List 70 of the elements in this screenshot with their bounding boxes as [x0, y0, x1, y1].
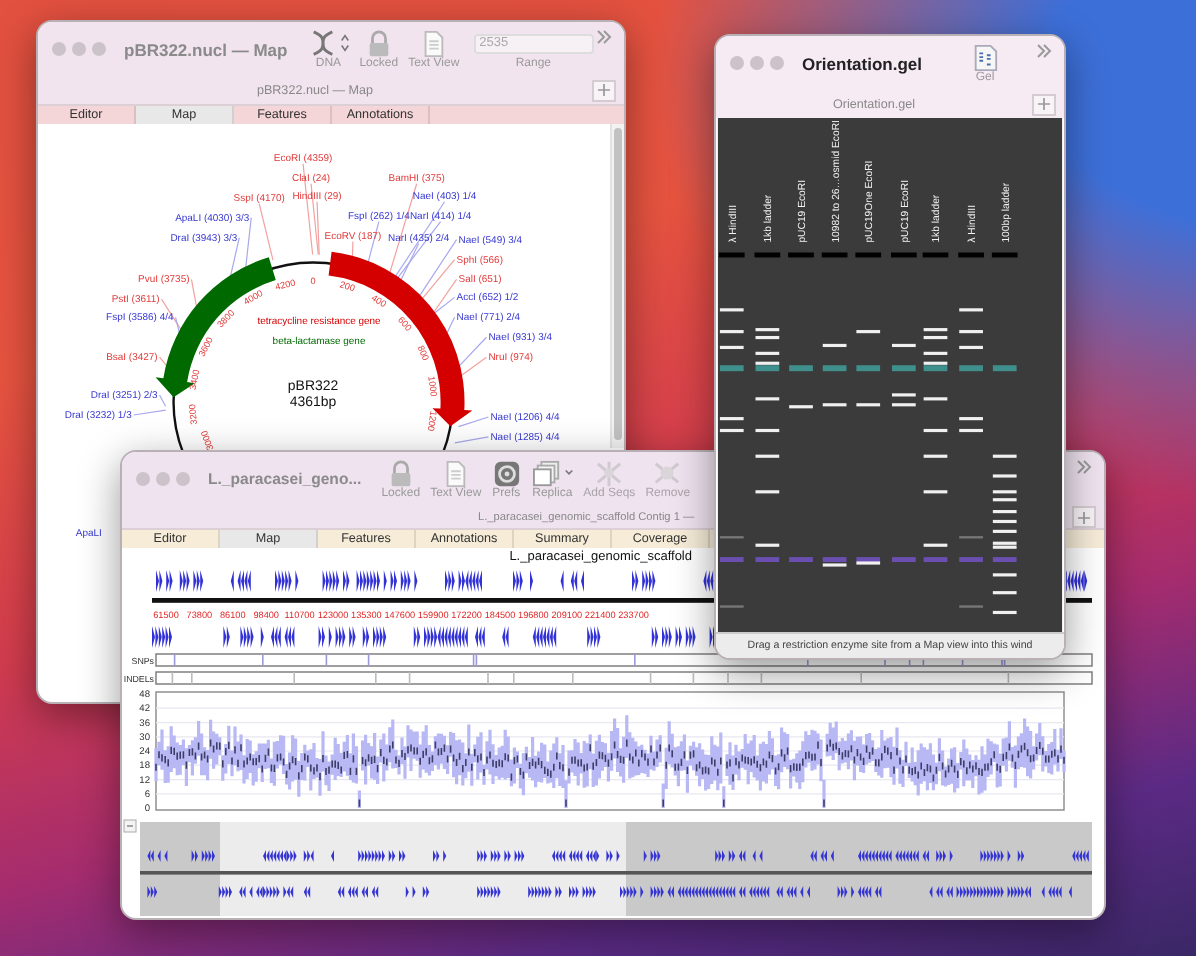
chevron-icon[interactable] — [596, 30, 612, 44]
plus-icon — [1078, 511, 1090, 523]
well — [991, 252, 1018, 258]
gel-document-icon — [969, 43, 1000, 71]
branching-icon — [594, 459, 625, 487]
well — [754, 252, 781, 258]
plus-icon — [597, 84, 610, 96]
dna-band — [755, 335, 780, 340]
dye-front — [992, 365, 1017, 372]
scrollbar-thumb[interactable] — [614, 128, 622, 440]
gear-icon — [491, 459, 522, 487]
chevron-icon[interactable] — [1036, 44, 1052, 58]
dye-front — [789, 365, 813, 372]
chevron-icon[interactable] — [1076, 460, 1092, 474]
dna-band — [719, 428, 744, 433]
add-tab-button[interactable] — [591, 79, 616, 101]
minimize-button[interactable] — [156, 472, 170, 486]
minimize-button[interactable] — [750, 56, 764, 70]
dye-front — [923, 365, 948, 372]
dna-band — [755, 428, 780, 433]
stacked-pages-icon — [531, 459, 562, 487]
dye-front — [789, 557, 813, 563]
collapse-button[interactable] — [123, 819, 137, 833]
dye-front — [923, 557, 948, 563]
well — [922, 252, 949, 258]
updown-caret-icon[interactable] — [339, 34, 350, 52]
dye-front — [755, 365, 780, 372]
dna-band — [822, 343, 847, 348]
zoom-button[interactable] — [770, 56, 784, 70]
dna-band — [923, 335, 948, 340]
leader-line — [258, 203, 274, 261]
scrollbar[interactable] — [610, 124, 624, 448]
add-tab-button[interactable] — [1072, 506, 1096, 528]
dye-front — [959, 365, 983, 372]
dye-front — [719, 557, 744, 563]
minimize-button[interactable] — [72, 42, 86, 56]
dna-band — [992, 610, 1017, 615]
well — [958, 252, 984, 258]
close-button[interactable] — [730, 56, 744, 70]
well — [718, 252, 745, 258]
close-button[interactable] — [136, 472, 150, 486]
dye-front — [959, 557, 983, 563]
plus-icon — [1038, 98, 1050, 110]
zoom-button[interactable] — [92, 42, 106, 56]
dna-helix-icon — [307, 29, 338, 57]
dna-band — [992, 519, 1017, 524]
dna-band — [892, 343, 916, 348]
dye-front — [856, 365, 881, 372]
dye-front — [892, 557, 916, 563]
window-title: Orientation.gel — [802, 53, 922, 73]
close-button[interactable] — [52, 42, 66, 56]
leader-line — [457, 416, 490, 428]
window-title: pBR322.nucl — Map — [124, 39, 288, 59]
well — [821, 252, 848, 258]
dna-band — [923, 428, 948, 433]
dye-front — [822, 557, 847, 563]
well — [855, 252, 882, 258]
dye-front — [822, 365, 847, 372]
dye-front — [992, 557, 1017, 563]
well — [788, 252, 814, 258]
branching-icon — [652, 459, 683, 487]
add-tab-button[interactable] — [1032, 93, 1056, 115]
dna-band — [959, 428, 983, 433]
dye-front — [892, 365, 916, 372]
well — [891, 252, 917, 258]
leader-line — [454, 436, 490, 444]
zoom-button[interactable] — [176, 472, 190, 486]
dye-front — [719, 365, 744, 372]
dye-front — [755, 557, 780, 563]
leader-line — [244, 217, 252, 272]
